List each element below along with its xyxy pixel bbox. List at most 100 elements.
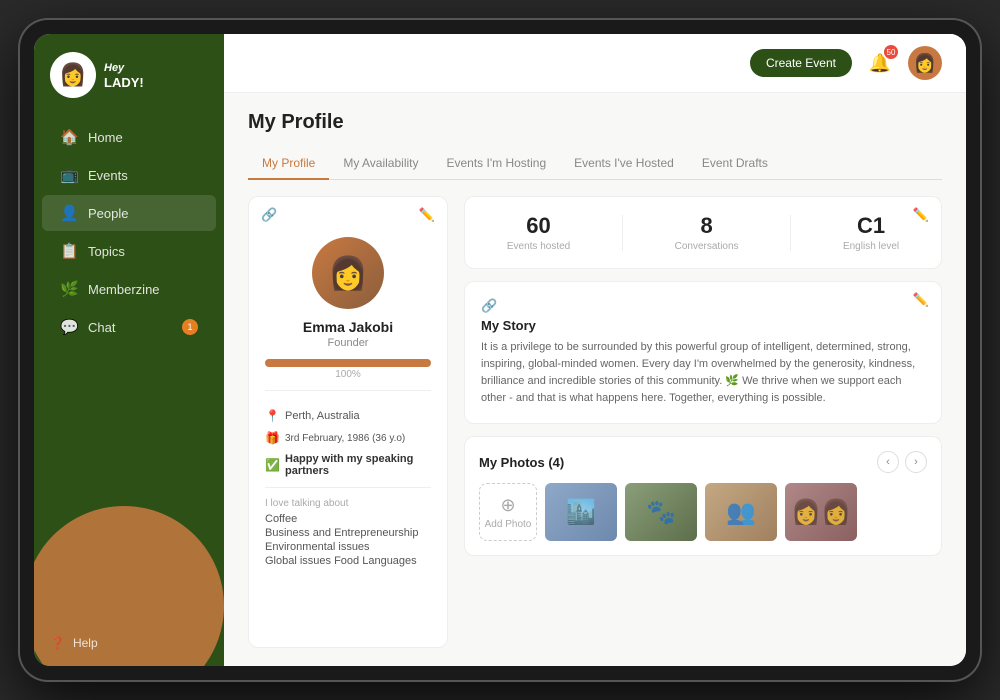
birthday-row: 🎁 3rd February, 1986 (36 y.o)	[265, 431, 431, 445]
photos-grid: ⊕ Add Photo 🏙️ 🐾 👥	[479, 483, 927, 541]
tab-my-profile[interactable]: My Profile	[248, 148, 329, 180]
story-title: My Story	[481, 318, 925, 333]
logo-icon: 👩	[50, 52, 96, 98]
check-icon: ✅	[265, 458, 279, 472]
photo-thumb-3[interactable]: 👥	[705, 483, 777, 541]
avatar-emoji: 👩	[914, 53, 936, 74]
progress-bar-fill	[265, 359, 431, 367]
sidebar-item-home[interactable]: 🏠 Home	[42, 119, 216, 155]
edit-profile-icon[interactable]: ✏️	[419, 207, 435, 223]
stat-conv-label: Conversations	[675, 241, 739, 252]
photo-thumb-1[interactable]: 🏙️	[545, 483, 617, 541]
topics-icon: 📋	[60, 242, 78, 260]
create-event-button[interactable]: Create Event	[750, 49, 852, 77]
memberzine-icon: 🌿	[60, 280, 78, 298]
profile-right-panel: 60 Events hosted 8 Conversations C1	[464, 196, 942, 648]
photos-header: My Photos (4) ‹ ›	[479, 451, 927, 473]
photo-thumb-4[interactable]: 👩‍👩	[785, 483, 857, 541]
stats-card: 60 Events hosted 8 Conversations C1	[464, 196, 942, 269]
link-icon: 🔗	[261, 207, 277, 223]
add-photo-label: Add Photo	[485, 519, 532, 530]
sidebar-item-label: Events	[88, 168, 128, 183]
stat-conv-value: 8	[675, 213, 739, 239]
tab-my-availability[interactable]: My Availability	[329, 148, 432, 180]
interest-1: Business and Entrepreneurship	[265, 527, 431, 539]
edit-story-icon[interactable]: ✏️	[913, 292, 929, 308]
add-photo-button[interactable]: ⊕ Add Photo	[479, 483, 537, 541]
stat-conversations: 8 Conversations	[675, 213, 739, 252]
divider-1	[265, 390, 431, 391]
chat-badge: 1	[182, 319, 198, 335]
sidebar-item-label: Topics	[88, 244, 125, 259]
sidebar-item-label: Home	[88, 130, 123, 145]
progress-label: 100%	[335, 369, 361, 380]
user-avatar[interactable]: 👩	[908, 46, 942, 80]
stat-english-level: C1 English level	[843, 213, 899, 252]
photos-card: My Photos (4) ‹ › ⊕ Add Photo	[464, 436, 942, 556]
location-icon: 📍	[265, 409, 279, 423]
stat-eng-value: C1	[843, 213, 899, 239]
sidebar-item-label: Memberzine	[88, 282, 160, 297]
progress-bar-wrap	[265, 359, 431, 367]
stat-events-value: 60	[507, 213, 570, 239]
status-row: ✅ Happy with my speaking partners	[265, 453, 431, 477]
events-icon: 📺	[60, 166, 78, 184]
story-text: It is a privilege to be surrounded by th…	[481, 339, 925, 407]
content-area: 🔗 ✏️ 👩 Emma Jakobi Founder 100%	[248, 196, 942, 648]
page-body: My Profile My Profile My Availability Ev…	[224, 93, 966, 666]
sidebar-item-people[interactable]: 👤 People	[42, 195, 216, 231]
photo-thumb-2[interactable]: 🐾	[625, 483, 697, 541]
sidebar-help[interactable]: ❓ Help	[50, 636, 98, 650]
avatar-person-icon: 👩	[328, 254, 368, 292]
stat-events-hosted: 60 Events hosted	[507, 213, 570, 252]
interest-3: Global issues Food Languages	[265, 555, 431, 567]
stat-eng-label: English level	[843, 241, 899, 252]
birthday-icon: 🎁	[265, 431, 279, 445]
interests-list: Coffee Business and Entrepreneurship Env…	[265, 513, 431, 567]
notif-badge: 50	[884, 45, 898, 59]
main-content: Create Event 🔔 50 👩 My Profile My Profil…	[224, 34, 966, 666]
photo-1-icon: 🏙️	[566, 498, 596, 527]
main-header: Create Event 🔔 50 👩	[224, 34, 966, 93]
story-card: 🔗 ✏️ My Story It is a privilege to be su…	[464, 281, 942, 424]
interest-0: Coffee	[265, 513, 431, 525]
photo-4-icon: 👩‍👩	[791, 498, 851, 527]
sidebar-item-label: People	[88, 206, 128, 221]
story-link-icon: 🔗	[481, 298, 925, 314]
photos-nav: ‹ ›	[877, 451, 927, 473]
sidebar-item-topics[interactable]: 📋 Topics	[42, 233, 216, 269]
logo: 👩 Hey LADY!	[34, 34, 224, 108]
photos-next-button[interactable]: ›	[905, 451, 927, 473]
tab-events-hosting[interactable]: Events I'm Hosting	[432, 148, 560, 180]
profile-left-panel: 🔗 ✏️ 👩 Emma Jakobi Founder 100%	[248, 196, 448, 648]
status-text: Happy with my speaking partners	[285, 453, 431, 477]
header-actions: Create Event 🔔 50 👩	[750, 46, 942, 80]
people-icon: 👤	[60, 204, 78, 222]
profile-name: Emma Jakobi	[303, 319, 393, 335]
birthday-text: 3rd February, 1986 (36 y.o)	[285, 433, 405, 444]
notifications-button[interactable]: 🔔 50	[864, 47, 896, 79]
stat-divider-1	[622, 215, 623, 251]
edit-stats-icon[interactable]: ✏️	[913, 207, 929, 223]
sidebar-item-events[interactable]: 📺 Events	[42, 157, 216, 193]
photos-prev-button[interactable]: ‹	[877, 451, 899, 473]
photo-2-icon: 🐾	[646, 498, 676, 527]
profile-avatar: 👩	[312, 237, 384, 309]
stat-events-label: Events hosted	[507, 241, 570, 252]
home-icon: 🏠	[60, 128, 78, 146]
help-icon: ❓	[50, 636, 65, 650]
photos-title: My Photos (4)	[479, 455, 564, 470]
logo-text: Hey LADY!	[104, 59, 144, 91]
sidebar-item-memberzine[interactable]: 🌿 Memberzine	[42, 271, 216, 307]
location-row: 📍 Perth, Australia	[265, 409, 431, 423]
divider-2	[265, 487, 431, 488]
profile-tabs: My Profile My Availability Events I'm Ho…	[248, 148, 942, 180]
add-photo-icon: ⊕	[500, 495, 515, 516]
stat-divider-2	[790, 215, 791, 251]
tab-event-drafts[interactable]: Event Drafts	[688, 148, 782, 180]
profile-title: Founder	[328, 337, 369, 349]
sidebar-item-chat[interactable]: 💬 Chat 1	[42, 309, 216, 345]
sidebar: 👩 Hey LADY! 🏠 Home 📺 Events 👤	[34, 34, 224, 666]
help-label: Help	[73, 636, 98, 650]
tab-events-hosted[interactable]: Events I've Hosted	[560, 148, 688, 180]
